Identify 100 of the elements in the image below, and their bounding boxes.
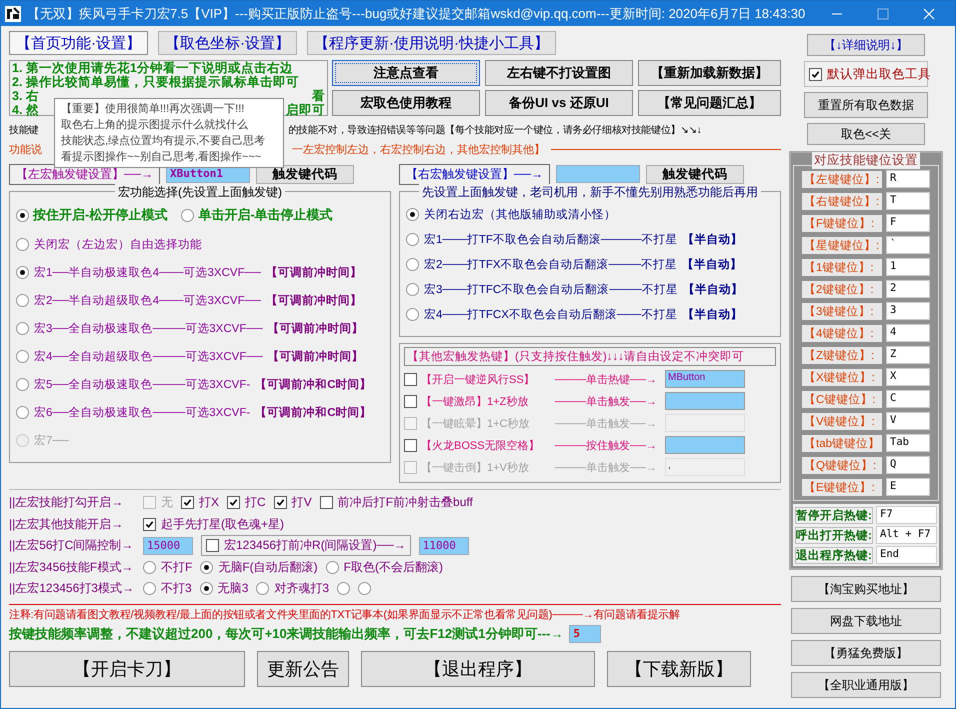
radio-button[interactable] [406, 233, 419, 246]
checkbox[interactable] [274, 496, 287, 510]
tab[interactable]: 【首页功能·设置】 [9, 31, 148, 55]
key-field[interactable]: 3 [886, 302, 930, 320]
main-button[interactable]: 【开启卡刀】 [9, 650, 245, 686]
key-label: 【右键键位】: [802, 192, 882, 210]
main-button[interactable]: 【退出程序】 [361, 650, 595, 686]
radio-button[interactable] [143, 560, 156, 574]
action-button[interactable]: 左右键不打设置图 [485, 60, 633, 86]
radio-button[interactable] [406, 283, 419, 296]
hotkey-label: 【一键激昂】1+Z秒放 [421, 394, 530, 408]
maximize-icon[interactable] [877, 8, 889, 20]
key-field[interactable]: Q [886, 456, 930, 474]
trigger-field[interactable] [556, 165, 640, 183]
radio-label: 无脑F(自动后翻滚) [218, 558, 318, 576]
checkbox-label: 打X [199, 494, 220, 512]
key-field[interactable]: 1 [886, 258, 930, 276]
radio-button[interactable] [16, 208, 29, 222]
key-field[interactable]: T [886, 192, 930, 210]
radio-button[interactable] [406, 258, 419, 271]
radio-button[interactable] [16, 266, 29, 278]
radio-button[interactable] [200, 560, 214, 574]
mode-label: 单击开启-单击停止模式 [198, 206, 333, 224]
key-field[interactable]: 4 [886, 324, 930, 342]
action-button[interactable]: 备份UI vs 还原UI [485, 90, 633, 116]
radio-button[interactable] [406, 208, 419, 221]
checkbox[interactable] [809, 68, 822, 80]
checkbox[interactable] [143, 518, 156, 531]
radio-button[interactable] [200, 582, 213, 596]
checkbox[interactable] [404, 372, 417, 386]
radio-button[interactable] [16, 322, 29, 334]
link-button[interactable]: 【淘宝购买地址】 [791, 576, 941, 602]
key-field[interactable]: Z [886, 346, 930, 364]
option-note: 【可调前冲时间】 [266, 265, 362, 280]
hotkey-name: 呼出打开热键: [795, 526, 873, 544]
radio-button[interactable] [16, 238, 29, 250]
hotkey-label: 【一键眩晕】1+C秒放 [421, 416, 530, 430]
hotkey-action: ────单击触发──→ [555, 460, 658, 474]
hotkey-field[interactable]: Alt + F7 [876, 526, 937, 544]
option-row-label: ||左宏56打C间隔控制→ [9, 537, 134, 554]
radio-button[interactable] [16, 406, 29, 418]
radio-button[interactable] [326, 560, 339, 574]
hotkey-field[interactable]: End [876, 546, 937, 564]
key-field[interactable]: Tab [886, 434, 930, 452]
link-button[interactable]: 【全职业通用版】 [791, 672, 941, 698]
trigger-code-button[interactable]: 触发键代码 [646, 164, 744, 184]
option-note: 【半自动】 [682, 257, 742, 272]
link-button[interactable]: 【勇猛免费版】 [791, 640, 941, 666]
hotkey-name: 暂停开启热键: [795, 506, 873, 524]
main-button[interactable]: 更新公告 [257, 650, 349, 686]
radio-button[interactable] [358, 582, 372, 596]
action-button[interactable]: 【常见问题汇总】 [638, 90, 781, 116]
key-field[interactable]: C [886, 390, 930, 408]
link-button[interactable]: 网盘下载地址 [791, 608, 941, 634]
hotkey-field[interactable] [665, 436, 745, 454]
radio-button[interactable] [406, 308, 419, 321]
key-field[interactable]: ` [886, 236, 930, 254]
checkbox[interactable] [404, 394, 417, 408]
radio-button[interactable] [337, 582, 350, 596]
action-button[interactable]: 取色<<关 [807, 123, 925, 145]
hotkey-field[interactable] [665, 392, 745, 410]
radio-button[interactable] [181, 208, 194, 222]
key-field[interactable]: R [886, 170, 930, 188]
radio-button[interactable] [143, 582, 156, 596]
checkbox[interactable] [227, 496, 240, 510]
action-button[interactable]: 重置所有取色数据 [804, 92, 928, 118]
radio-button[interactable] [16, 294, 29, 306]
radio-label: 不打F [161, 558, 192, 576]
main-button[interactable]: 【下载新版】 [607, 650, 751, 686]
option-note: 【可调前冲时间】 [268, 321, 364, 336]
number-field[interactable]: 15000 [143, 536, 193, 555]
close-icon[interactable] [923, 8, 935, 20]
key-field[interactable]: E [886, 478, 930, 496]
key-field[interactable]: X [886, 368, 930, 386]
radio-button[interactable] [256, 582, 270, 596]
hotkey-field[interactable]: F7 [876, 506, 937, 524]
key-field[interactable]: V [886, 412, 930, 430]
number-field[interactable]: 11000 [418, 536, 469, 555]
tab[interactable]: 【取色坐标·设置】 [158, 31, 297, 55]
key-field[interactable]: F [886, 214, 930, 232]
detail-button[interactable]: 【↓详细说明↓】 [807, 34, 925, 56]
checkbox[interactable] [320, 496, 333, 510]
checkbox[interactable] [181, 496, 194, 510]
action-button[interactable]: 【重新加载新数据】 [638, 60, 781, 86]
action-button[interactable]: 宏取色使用教程 [332, 90, 480, 116]
checkbox[interactable] [206, 539, 219, 552]
option-label: 宏1───打TF不取色会自动后翻滚─────不打星 [424, 232, 678, 247]
radio-button[interactable] [16, 350, 29, 362]
hotkey-action: ────单击触发──→ [555, 416, 658, 430]
hotkey-field[interactable]: MButton [665, 370, 745, 388]
window-title: 【无双】疾风弓手卡刀宏7.5【VIP】---购买正版防止盗号---bug或好建议提交邮箱wskd@vip.qq.com---更新时间: 2020年6月7日 18:43:30 [27, 4, 806, 22]
key-label: 【星键键位】: [802, 236, 882, 254]
option-note: 【可调前冲时间】 [266, 293, 362, 308]
action-button[interactable]: 注意点查看 [332, 60, 480, 86]
key-field[interactable]: 2 [886, 280, 930, 298]
radio-button[interactable] [16, 378, 29, 390]
checkbox[interactable] [404, 438, 417, 452]
option-label: 宏7── [34, 433, 69, 448]
tab[interactable]: 【程序更新·使用说明·快捷小工具】 [307, 31, 556, 55]
trigger-code-button[interactable]: 触发键代码 [256, 164, 354, 184]
